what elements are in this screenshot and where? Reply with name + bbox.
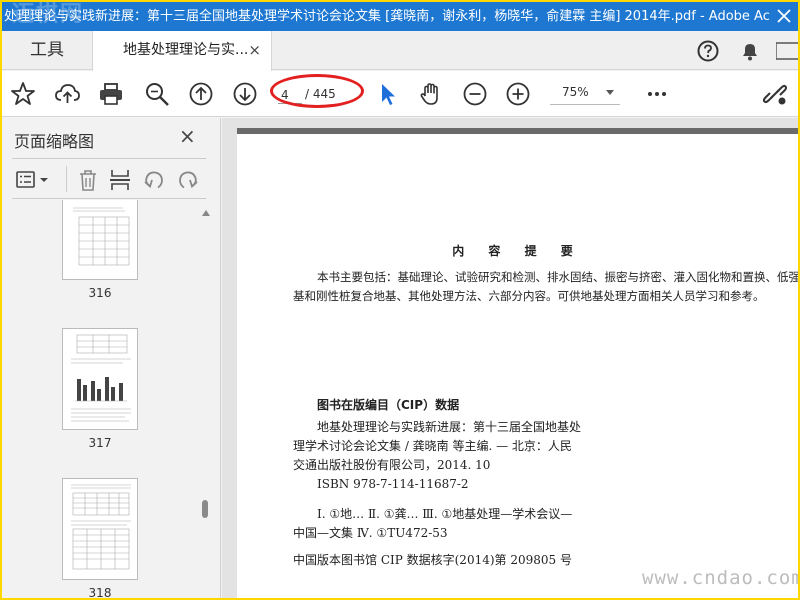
panel-toolbar — [12, 164, 206, 196]
bell-icon[interactable] — [738, 39, 762, 63]
zoom-in-icon[interactable] — [505, 81, 531, 107]
window-close-button[interactable] — [770, 2, 798, 30]
trash-icon[interactable] — [76, 168, 100, 192]
account-icon[interactable] — [775, 39, 798, 63]
document-viewer: 内 容 提 要 本书主要包括：基础理论、试验研究和检测、排水固结、振密与挤密、灌… — [222, 118, 798, 598]
cip-line: Ⅰ. ①地… Ⅱ. ①龚… Ⅲ. ①地基处理—学术会议— — [317, 507, 573, 521]
summary-line: 本书主要包括：基础理论、试验研究和检测、排水固结、振密与挤密、灌入固化物和置换、… — [317, 270, 798, 284]
cip-heading: 图书在版编目（CIP）数据 — [317, 398, 460, 412]
star-bookmark-icon[interactable] — [10, 81, 36, 107]
share-link-icon[interactable] — [762, 81, 788, 107]
cloud-upload-icon[interactable] — [54, 81, 80, 107]
page-preview — [73, 207, 130, 266]
scrollbar-thumb[interactable] — [202, 500, 208, 518]
summary-line: 基和刚性桩复合地基、其他处理方法、六部分内容。可供地基处理方面相关人员学习和参考… — [293, 289, 765, 303]
main-toolbar: / 445 75% — [2, 71, 798, 117]
close-icon — [777, 9, 791, 23]
document-page: 内 容 提 要 本书主要包括：基础理论、试验研究和检测、排水固结、振密与挤密、灌… — [237, 128, 798, 598]
tab-document[interactable]: 地基处理理论与实... × — [92, 31, 272, 71]
cip-line: 中国版本图书馆 CIP 数据核字(2014)第 209805 号 — [293, 553, 572, 567]
thumbnail-label: 318 — [88, 586, 112, 598]
divider — [12, 198, 206, 199]
page-thumbnail[interactable] — [62, 200, 138, 280]
divider — [66, 166, 67, 192]
tab-tools[interactable]: 工具 — [2, 31, 92, 70]
more-options-icon[interactable] — [644, 81, 670, 107]
insert-page-icon[interactable] — [108, 168, 132, 192]
page-preview — [71, 334, 131, 422]
panel-title: 页面缩略图 — [14, 132, 95, 151]
page-preview — [71, 484, 131, 570]
divider — [12, 158, 206, 159]
summary-heading: 内 容 提 要 — [452, 244, 583, 258]
previous-page-icon[interactable] — [188, 81, 214, 107]
site-watermark: www.cndao.com — [642, 567, 798, 589]
cip-line: 理学术讨论会论文集 / 龚晓南 等主编. — 北京：人民 — [293, 439, 572, 453]
thumbnail-label: 316 — [88, 286, 112, 300]
scroll-up-arrow-icon[interactable] — [202, 210, 210, 216]
app-window: 处理理论与实践新进展：第十三届全国地基处理学术讨论会论文集 [龚晓南，谢永利，杨… — [2, 2, 798, 598]
tab-document-label: 地基处理理论与实... — [123, 42, 249, 58]
options-menu-icon[interactable] — [14, 168, 52, 192]
cip-line: 地基处理理论与实践新进展：第十三届全国地基处 — [317, 420, 582, 434]
rotate-right-icon[interactable] — [176, 168, 200, 192]
watermark-logo: 迈棋网 — [12, 2, 85, 27]
thumbnail-list: 316 317 318 — [2, 200, 200, 598]
help-icon[interactable] — [696, 39, 720, 63]
panel-close-button[interactable]: × — [179, 124, 196, 148]
cip-line: 交通出版社股份有限公司，2014. 10 — [293, 458, 491, 472]
chevron-down-icon — [606, 90, 614, 95]
title-bar: 处理理论与实践新进展：第十三届全国地基处理学术讨论会论文集 [龚晓南，谢永利，杨… — [2, 2, 798, 31]
page-thumbnail[interactable] — [62, 328, 138, 430]
rotate-left-icon[interactable] — [142, 168, 166, 192]
select-cursor-icon[interactable] — [376, 81, 402, 107]
next-page-icon[interactable] — [232, 81, 258, 107]
summary-text: 本书主要包括：基础理论、试验研究和检测、排水固结、振密与挤密、灌入固化物和置换、… — [293, 268, 798, 306]
zoom-level-value: 75% — [562, 85, 589, 99]
thumbnail-scrollbar[interactable] — [200, 206, 212, 596]
zoom-out-icon[interactable] — [462, 81, 488, 107]
thumbnail-label: 317 — [88, 436, 112, 450]
cip-text: 地基处理理论与实践新进展：第十三届全国地基处 理学术讨论会论文集 / 龚晓南 等… — [293, 418, 581, 570]
window-title: 处理理论与实践新进展：第十三届全国地基处理学术讨论会论文集 [龚晓南，谢永利，杨… — [4, 9, 798, 24]
annotation-oval — [270, 74, 364, 108]
tab-close-button[interactable]: × — [248, 31, 261, 70]
tab-bar: 工具 地基处理理论与实... × — [2, 31, 798, 71]
cip-line: 中国—文集 Ⅳ. ①TU472-53 — [293, 526, 448, 540]
cip-line: ISBN 978-7-114-11687-2 — [317, 477, 469, 491]
page-thumbnail[interactable] — [62, 478, 138, 580]
zoom-level-dropdown[interactable]: 75% — [550, 81, 620, 105]
search-icon[interactable] — [144, 81, 170, 107]
print-icon[interactable] — [98, 81, 124, 107]
hand-tool-icon[interactable] — [418, 81, 444, 107]
thumbnail-panel: 页面缩略图 × 316 317 318 — [2, 118, 221, 598]
